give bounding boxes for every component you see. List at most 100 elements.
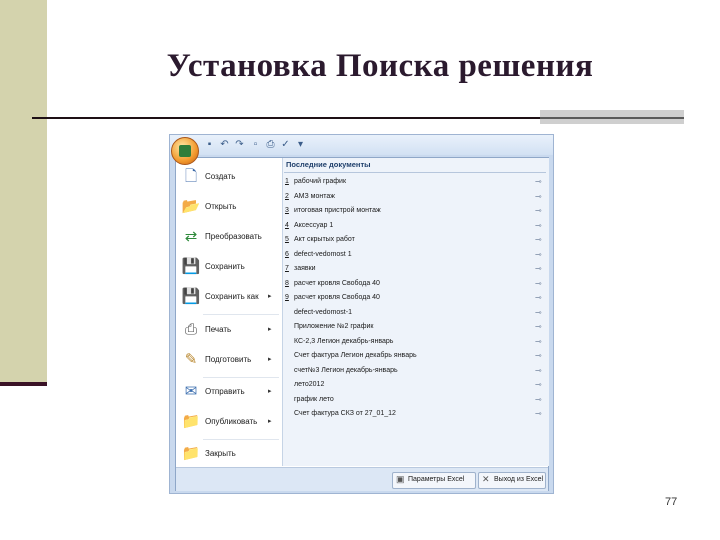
pin-icon[interactable]: ⊸ — [535, 366, 542, 375]
prepare-icon: ✎ — [184, 351, 198, 368]
redo-icon[interactable]: ↷ — [234, 139, 245, 150]
recent-document-item[interactable]: счет№3 Легион декабрь-январь ⊸ — [285, 365, 545, 379]
menu-item-save[interactable]: 💾 Сохранить — [176, 253, 281, 283]
recent-document-item[interactable]: defect-vedomost-1 ⊸ — [285, 307, 545, 321]
recent-document-item[interactable]: 2 АМЗ монтаж ⊸ — [285, 191, 545, 205]
submenu-arrow-icon: ▸ — [268, 293, 272, 300]
recent-document-item[interactable]: 8 расчет кровля Свобода 40 ⊸ — [285, 278, 545, 292]
recent-document-name: расчет кровля Свобода 40 — [294, 294, 380, 301]
recent-document-item[interactable]: Приложение №2 график ⊸ — [285, 321, 545, 335]
save-icon: 💾 — [181, 258, 201, 275]
pin-icon[interactable]: ⊸ — [535, 293, 542, 302]
recent-document-name: КС-2,3 Легион декабрь-январь — [294, 337, 394, 345]
pin-icon[interactable]: ⊸ — [535, 351, 542, 360]
pin-icon[interactable]: ⊸ — [535, 206, 542, 215]
menu-item-new[interactable]: 🗋 Создать — [176, 163, 281, 193]
office-button[interactable] — [171, 137, 199, 165]
recent-document-item[interactable]: 3 итоговая пристрой монтаж ⊸ — [285, 205, 545, 219]
pin-icon[interactable]: ⊸ — [535, 308, 542, 317]
recent-document-number: 5 — [285, 236, 289, 243]
submenu-arrow-icon: ▸ — [268, 388, 272, 395]
options-icon: ▣ — [396, 474, 405, 484]
menu-item-print[interactable]: ⎙ Печать ▸ — [176, 316, 281, 346]
command-list: 🗋 Создать 📂 Открыть ⇄ Преобразовать 💾 Со… — [176, 158, 281, 466]
recent-document-item[interactable]: 5 Акт скрытых работ ⊸ — [285, 234, 545, 248]
new-icon[interactable]: ▫ — [250, 139, 261, 150]
recent-document-name: лето2012 — [294, 381, 325, 388]
recent-document-number: 9 — [285, 294, 289, 301]
recent-document-number: 4 — [285, 221, 289, 229]
pin-icon[interactable]: ⊸ — [535, 409, 542, 418]
open-folder-icon: 📂 — [181, 198, 201, 215]
menu-item-convert[interactable]: ⇄ Преобразовать — [176, 223, 281, 253]
recent-document-name: Счет фактура СКЗ от 27_01_12 — [294, 410, 396, 417]
pin-icon[interactable]: ⊸ — [535, 221, 542, 230]
exit-excel-button[interactable]: ✕ Выход из Excel — [478, 472, 546, 489]
slide-title: Установка Поиска решения — [166, 48, 594, 84]
menu-item-open[interactable]: 📂 Открыть — [176, 193, 281, 223]
recent-document-name: расчет кровля Свобода 40 — [294, 279, 380, 287]
pin-icon[interactable]: ⊸ — [535, 177, 542, 186]
recent-document-name: АМЗ монтаж — [294, 192, 335, 200]
menu-item-save-as[interactable]: 💾 Сохранить как ▸ — [176, 283, 281, 313]
save-icon[interactable]: ▪ — [204, 139, 215, 150]
recent-document-name: рабочий график — [294, 178, 347, 185]
recent-document-item[interactable]: Счет фактура Легион декабрь январь ⊸ — [285, 350, 545, 364]
recent-document-name: счет№3 Легион декабрь-январь — [294, 366, 398, 374]
new-document-icon: 🗋 — [184, 168, 198, 185]
recent-document-number: 2 — [285, 192, 289, 200]
menu-item-send[interactable]: ✉ Отправить ▸ — [176, 378, 281, 408]
recent-documents-divider — [284, 172, 546, 173]
recent-document-name: итоговая пристрой монтаж — [294, 207, 381, 214]
recent-document-name: defect-vedomost 1 — [294, 250, 352, 258]
pin-icon[interactable]: ⊸ — [535, 264, 542, 273]
recent-document-name: заявки — [294, 265, 316, 272]
recent-document-number: 7 — [285, 265, 289, 272]
spelling-icon[interactable]: ✓ — [280, 139, 291, 150]
pin-icon[interactable]: ⊸ — [535, 235, 542, 244]
recent-document-item[interactable]: 6 defect-vedomost 1 ⊸ — [285, 249, 545, 263]
title-underline — [32, 117, 540, 119]
pin-icon[interactable]: ⊸ — [535, 192, 542, 201]
pin-icon[interactable]: ⊸ — [535, 337, 542, 346]
recent-document-item[interactable]: КС-2,3 Легион декабрь-январь ⊸ — [285, 336, 545, 350]
recent-document-item[interactable]: 1 рабочий график ⊸ — [285, 176, 545, 190]
send-icon: ✉ — [184, 383, 198, 400]
recent-document-item[interactable]: Счет фактура СКЗ от 27_01_12 ⊸ — [285, 408, 545, 422]
customize-toolbar-icon[interactable]: ▾ — [295, 139, 306, 150]
recent-document-item[interactable]: 7 заявки ⊸ — [285, 263, 545, 277]
recent-document-name: график лето — [294, 395, 334, 403]
undo-icon[interactable]: ↶ — [219, 139, 230, 150]
slide-left-band-accent — [0, 382, 47, 386]
recent-documents-header: Последние документы — [286, 160, 371, 169]
print-icon: ⎙ — [184, 321, 197, 338]
excel-options-button[interactable]: ▣ Параметры Excel — [392, 472, 476, 489]
recent-document-name: Акт скрытых работ — [294, 236, 355, 243]
recent-document-item[interactable]: 4 Аксессуар 1 ⊸ — [285, 220, 545, 234]
pin-icon[interactable]: ⊸ — [535, 322, 542, 331]
menu-item-prepare[interactable]: ✎ Подготовить ▸ — [176, 346, 281, 376]
submenu-arrow-icon: ▸ — [268, 418, 272, 425]
recent-document-number: 8 — [285, 279, 289, 287]
recent-document-item[interactable]: график лето ⊸ — [285, 394, 545, 408]
pin-icon[interactable]: ⊸ — [535, 250, 542, 259]
pin-icon[interactable]: ⊸ — [535, 279, 542, 288]
recent-document-number: 3 — [285, 207, 289, 214]
office-menu: 🗋 Создать 📂 Открыть ⇄ Преобразовать 💾 Со… — [175, 157, 549, 491]
publish-icon: 📁 — [181, 413, 201, 430]
recent-document-item[interactable]: 9 расчет кровля Свобода 40 ⊸ — [285, 292, 545, 306]
pin-icon[interactable]: ⊸ — [535, 380, 542, 389]
recent-document-number: 6 — [285, 250, 289, 258]
menu-item-publish[interactable]: 📁 Опубликовать ▸ — [176, 408, 281, 438]
menu-footer: ▣ Параметры Excel ✕ Выход из Excel — [176, 467, 548, 491]
print-preview-icon[interactable]: ⎙ — [265, 139, 276, 150]
recent-document-item[interactable]: лето2012 ⊸ — [285, 379, 545, 393]
title-underline-accent-line — [540, 117, 684, 119]
save-as-icon: 💾 — [181, 288, 201, 305]
recent-document-name: Аксессуар 1 — [294, 221, 334, 229]
menu-item-close[interactable]: 📁 Закрыть — [176, 440, 281, 470]
convert-icon: ⇄ — [184, 228, 198, 245]
pin-icon[interactable]: ⊸ — [535, 395, 542, 404]
recent-document-name: defect-vedomost-1 — [294, 308, 352, 316]
submenu-arrow-icon: ▸ — [268, 326, 272, 333]
